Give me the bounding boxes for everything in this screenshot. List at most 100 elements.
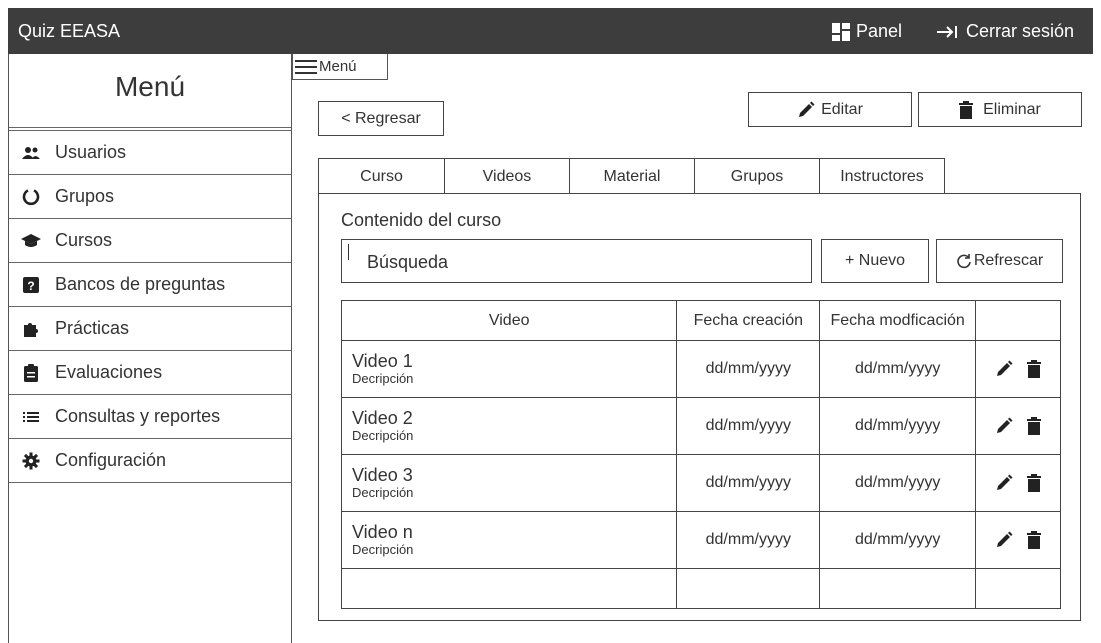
hamburger-icon xyxy=(295,59,317,74)
delete-label: Eliminar xyxy=(983,100,1041,118)
created-date: dd/mm/yyyy xyxy=(676,454,821,512)
sidebar-item-prácticas[interactable]: Prácticas xyxy=(9,307,291,351)
svg-text:?: ? xyxy=(27,279,34,293)
video-name: Video 2 xyxy=(352,408,413,428)
logout-arrow-icon xyxy=(937,25,957,38)
sidebar-item-grupos[interactable]: Grupos xyxy=(9,175,291,219)
sidebar-item-usuarios[interactable]: Usuarios xyxy=(9,131,291,175)
video-cell: Video 2 Decripción xyxy=(340,397,678,455)
menu-toggle[interactable]: Menú xyxy=(292,54,388,80)
table-row: Video 1 Decripción dd/mm/yyyy dd/mm/yyyy xyxy=(340,340,1061,398)
trash-icon xyxy=(959,100,974,119)
tab-material[interactable]: Material xyxy=(569,158,695,194)
trash-icon[interactable] xyxy=(1027,360,1042,378)
pencil-icon[interactable] xyxy=(995,531,1013,549)
video-name: Video 1 xyxy=(352,351,413,371)
sidebar: Menú Usuarios Grupos Cursos? Bancos de preg… xyxy=(8,54,292,643)
modified-date: dd/mm/yyyy xyxy=(819,454,977,512)
sidebar-item-label: Bancos de preguntas xyxy=(55,274,226,294)
panel-link[interactable]: Panel xyxy=(832,21,902,42)
sidebar-item-label: Evaluaciones xyxy=(55,362,163,382)
pencil-icon[interactable] xyxy=(995,360,1013,378)
row-actions xyxy=(975,340,1061,398)
delete-button[interactable]: Eliminar xyxy=(918,92,1082,127)
clipboard-icon xyxy=(21,363,41,383)
col-actions xyxy=(975,300,1061,341)
sidebar-item-evaluaciones[interactable]: Evaluaciones xyxy=(9,351,291,395)
sidebar-item-consultas-y-reportes[interactable]: Consultas y reportes xyxy=(9,395,291,439)
video-cell: Video 3 Decripción xyxy=(340,454,678,512)
sidebar-item-label: Usuarios xyxy=(55,142,127,162)
sidebar-item-cursos[interactable]: Cursos xyxy=(9,219,291,263)
table-header-row: Video Fecha creación Fecha modficación xyxy=(340,300,1061,341)
refresh-button[interactable]: Refrescar xyxy=(936,239,1063,283)
sidebar-item-label: Cursos xyxy=(55,230,113,250)
logout-link[interactable]: Cerrar sesión xyxy=(936,21,1074,42)
logout-label: Cerrar sesión xyxy=(966,21,1075,41)
table-row: Video 2 Decripción dd/mm/yyyy dd/mm/yyyy xyxy=(340,397,1061,455)
video-cell: Video n Decripción xyxy=(340,511,678,569)
video-description: Decripción xyxy=(352,485,414,500)
circle-notch-icon xyxy=(21,187,41,207)
top-bar: Quiz EEASA Panel Cerrar sesión xyxy=(8,8,1093,54)
trash-icon[interactable] xyxy=(1027,531,1042,549)
edit-button[interactable]: Editar xyxy=(748,92,912,127)
video-cell: Video 1 Decripción xyxy=(340,340,678,398)
new-label: + Nuevo xyxy=(844,252,906,269)
gear-icon xyxy=(21,451,41,471)
menu-toggle-label: Menú xyxy=(319,58,357,75)
col-modified: Fecha modficación xyxy=(819,300,977,341)
video-name: Video 3 xyxy=(352,465,413,485)
video-description: Decripción xyxy=(352,428,414,443)
edit-label: Editar xyxy=(821,100,863,118)
sidebar-item-label: Prácticas xyxy=(55,318,130,338)
pencil-icon xyxy=(799,101,815,117)
tab-instructores[interactable]: Instructores xyxy=(819,158,945,194)
tab-curso[interactable]: Curso xyxy=(318,158,445,194)
sidebar-item-configuración[interactable]: Configuración xyxy=(9,439,291,483)
row-actions xyxy=(975,454,1061,512)
col-created: Fecha creación xyxy=(676,300,821,341)
trash-icon[interactable] xyxy=(1027,474,1042,492)
tab-bar: Curso Videos Material Grupos Instructores xyxy=(318,158,945,194)
text-caret xyxy=(348,244,349,260)
dashboard-icon xyxy=(832,22,850,41)
row-actions xyxy=(975,397,1061,455)
table-row-empty xyxy=(340,568,1061,609)
trash-icon[interactable] xyxy=(1027,417,1042,435)
app-title: Quiz EEASA xyxy=(18,21,121,41)
empty-cell xyxy=(340,568,678,609)
created-date: dd/mm/yyyy xyxy=(676,397,821,455)
tab-grupos[interactable]: Grupos xyxy=(694,158,820,194)
sidebar-item-label: Configuración xyxy=(55,450,167,470)
sidebar-item-label: Consultas y reportes xyxy=(55,406,221,426)
new-button[interactable]: + Nuevo xyxy=(821,239,929,283)
video-description: Decripción xyxy=(352,542,414,557)
sidebar-item-bancos-de-preguntas[interactable]: ? Bancos de preguntas xyxy=(9,263,291,307)
search-placeholder: Búsqueda xyxy=(367,252,449,272)
back-button[interactable]: < Regresar xyxy=(318,101,444,136)
col-video: Video xyxy=(340,300,678,341)
list-icon xyxy=(21,407,41,427)
video-table: Video Fecha creación Fecha modficación V… xyxy=(340,300,1061,609)
pencil-icon[interactable] xyxy=(995,474,1013,492)
empty-cell xyxy=(819,568,977,609)
tab-videos[interactable]: Videos xyxy=(444,158,570,194)
video-name: Video n xyxy=(352,522,413,542)
row-actions xyxy=(975,511,1061,569)
graduation-cap-icon xyxy=(21,231,41,251)
table-row: Video n Decripción dd/mm/yyyy dd/mm/yyyy xyxy=(340,511,1061,569)
users-icon xyxy=(21,143,41,163)
back-label: < Regresar xyxy=(341,109,421,127)
refresh-icon xyxy=(957,254,971,269)
video-description: Decripción xyxy=(352,371,414,386)
sidebar-item-label: Grupos xyxy=(55,186,115,206)
pencil-icon[interactable] xyxy=(995,417,1013,435)
search-input[interactable]: Búsqueda xyxy=(341,239,812,283)
section-title: Contenido del curso xyxy=(341,210,502,230)
modified-date: dd/mm/yyyy xyxy=(819,340,977,398)
refresh-label: Refrescar xyxy=(973,252,1044,269)
table-row: Video 3 Decripción dd/mm/yyyy dd/mm/yyyy xyxy=(340,454,1061,512)
question-square-icon: ? xyxy=(21,275,41,295)
sidebar-title: Menú xyxy=(114,71,186,102)
